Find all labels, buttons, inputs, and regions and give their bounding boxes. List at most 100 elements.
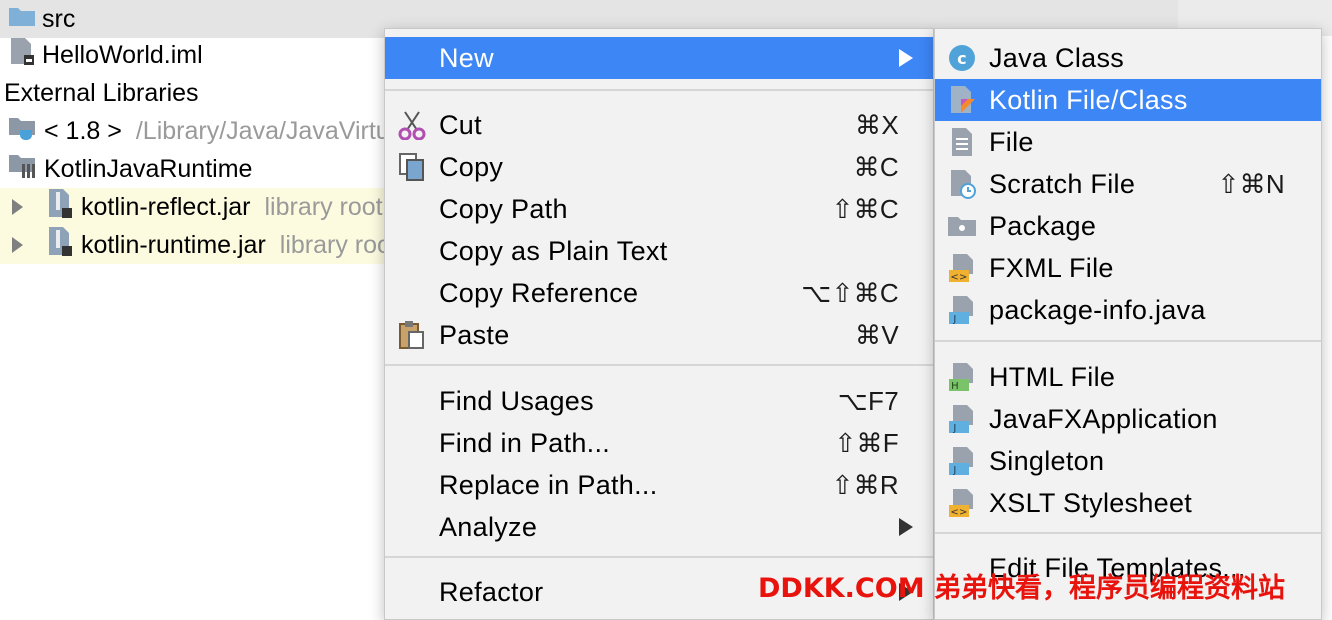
- submenu-arrow-icon: [899, 518, 913, 536]
- menu-item-label: XSLT Stylesheet: [989, 487, 1193, 518]
- submenu-item-file[interactable]: File: [935, 121, 1321, 163]
- menu-item-label: JavaFXApplication: [989, 403, 1218, 434]
- fxml-file-icon: <>: [947, 253, 977, 283]
- submenu-arrow-icon: [899, 49, 913, 67]
- shortcut-label: ⌥F7: [837, 385, 899, 416]
- new-submenu: c Java Class Kotlin File/Class File Scra…: [934, 28, 1322, 620]
- menu-item-copy-plain-text[interactable]: Copy as Plain Text: [385, 230, 933, 272]
- menu-item-label: File: [989, 126, 1034, 157]
- menu-item-label: Find Usages: [439, 385, 594, 416]
- submenu-item-kotlin-file[interactable]: Kotlin File/Class: [935, 79, 1321, 121]
- tree-item-label: HelloWorld.iml: [42, 40, 203, 69]
- submenu-item-package-info[interactable]: J package-info.java: [935, 289, 1321, 331]
- jdk-label: < 1.8 >: [44, 116, 122, 145]
- jdk-folder-icon: [8, 115, 38, 148]
- java-file-icon: J: [947, 446, 977, 476]
- submenu-item-html-file[interactable]: H HTML File: [935, 356, 1321, 398]
- kotlin-file-icon: [947, 85, 977, 115]
- menu-item-label: Replace in Path...: [439, 469, 658, 500]
- menu-item-label: FXML File: [989, 252, 1114, 283]
- module-file-icon: [8, 37, 36, 74]
- menu-item-new[interactable]: New: [385, 37, 933, 79]
- java-file-icon: J: [947, 404, 977, 434]
- menu-separator: [935, 340, 1321, 342]
- submenu-item-scratch-file[interactable]: Scratch File ⇧⌘N: [935, 163, 1321, 205]
- tree-item-kotlin-reflect-jar[interactable]: kotlin-reflect.jar library root: [0, 188, 386, 226]
- scratch-file-icon: [947, 169, 977, 199]
- tree-item-external-libraries[interactable]: External Libraries: [0, 74, 199, 112]
- menu-item-replace-in-path[interactable]: Replace in Path... ⇧⌘R: [385, 464, 933, 506]
- menu-item-label: package-info.java: [989, 294, 1206, 325]
- menu-item-label: Cut: [439, 109, 482, 140]
- submenu-item-package[interactable]: Package: [935, 205, 1321, 247]
- svg-text:J: J: [952, 465, 956, 476]
- submenu-item-singleton[interactable]: J Singleton: [935, 440, 1321, 482]
- menu-item-copy-path[interactable]: Copy Path ⇧⌘C: [385, 188, 933, 230]
- menu-item-label: Copy as Plain Text: [439, 235, 668, 266]
- jar-icon: [47, 188, 73, 227]
- shortcut-label: ⇧⌘C: [831, 193, 899, 224]
- menu-item-label: HTML File: [989, 361, 1116, 392]
- expand-arrow-icon[interactable]: [12, 199, 23, 215]
- shortcut-label: ⇧⌘N: [1217, 168, 1285, 199]
- menu-item-label: Find in Path...: [439, 427, 611, 458]
- tree-item-label: kotlin-reflect.jar: [81, 192, 251, 221]
- menu-separator: [385, 364, 933, 366]
- menu-item-paste[interactable]: Paste ⌘V: [385, 314, 933, 356]
- menu-item-copy-reference[interactable]: Copy Reference ⌥⇧⌘C: [385, 272, 933, 314]
- submenu-item-javafx-application[interactable]: J JavaFXApplication: [935, 398, 1321, 440]
- html-file-icon: H: [947, 362, 977, 392]
- menu-separator: [385, 89, 933, 91]
- menu-item-label: Singleton: [989, 445, 1105, 476]
- menu-item-label: Refactor: [439, 576, 544, 607]
- tree-item-helloworld-iml[interactable]: HelloWorld.iml: [0, 36, 203, 74]
- svg-text:c: c: [957, 49, 967, 68]
- menu-item-label: Copy Path: [439, 193, 568, 224]
- svg-text:J: J: [952, 314, 956, 325]
- menu-item-label: Scratch File: [989, 168, 1136, 199]
- menu-item-label: Analyze: [439, 511, 538, 542]
- xslt-file-icon: <>: [947, 488, 977, 518]
- shortcut-label: ⌘X: [855, 109, 899, 140]
- library-folder-icon: [8, 152, 38, 187]
- svg-text:<>: <>: [950, 507, 967, 518]
- library-root-label: library root: [279, 230, 398, 259]
- menu-item-label: Copy: [439, 151, 504, 182]
- shortcut-label: ⌘V: [855, 319, 899, 350]
- menu-separator: [935, 532, 1321, 534]
- tree-item-label: src: [42, 4, 76, 33]
- menu-item-find-usages[interactable]: Find Usages ⌥F7: [385, 380, 933, 422]
- menu-item-label: Paste: [439, 319, 510, 350]
- tree-item-label: External Libraries: [4, 78, 199, 107]
- submenu-item-xslt-stylesheet[interactable]: <> XSLT Stylesheet: [935, 482, 1321, 524]
- tree-item-label: KotlinJavaRuntime: [44, 154, 253, 183]
- submenu-item-fxml-file[interactable]: <> FXML File: [935, 247, 1321, 289]
- java-class-icon: c: [947, 43, 977, 73]
- tree-item-kotlin-runtime[interactable]: KotlinJavaRuntime: [0, 150, 252, 188]
- svg-text:J: J: [952, 423, 956, 434]
- expand-arrow-icon[interactable]: [12, 237, 23, 253]
- shortcut-label: ⇧⌘R: [831, 469, 899, 500]
- jar-icon: [47, 226, 73, 265]
- tree-item-kotlin-runtime-jar[interactable]: kotlin-runtime.jar library root: [0, 226, 398, 265]
- shortcut-label: ⌥⇧⌘C: [801, 277, 899, 308]
- menu-item-label: Package: [989, 210, 1097, 241]
- menu-item-label: New: [439, 42, 494, 73]
- shortcut-label: ⇧⌘F: [834, 427, 899, 458]
- menu-item-label: Copy Reference: [439, 277, 639, 308]
- menu-item-find-in-path[interactable]: Find in Path... ⇧⌘F: [385, 422, 933, 464]
- folder-icon: [8, 5, 36, 34]
- tree-item-label: kotlin-runtime.jar: [81, 230, 266, 259]
- library-root-label: library root: [264, 192, 383, 221]
- menu-item-analyze[interactable]: Analyze: [385, 506, 933, 548]
- svg-text:H: H: [951, 381, 959, 392]
- file-icon: [947, 127, 977, 157]
- submenu-item-java-class[interactable]: c Java Class: [935, 37, 1321, 79]
- menu-separator: [385, 556, 933, 558]
- menu-item-cut[interactable]: Cut ⌘X: [385, 104, 933, 146]
- menu-item-label: Kotlin File/Class: [989, 84, 1188, 115]
- scissors-icon: [397, 110, 427, 141]
- menu-item-copy[interactable]: Copy ⌘C: [385, 146, 933, 188]
- watermark-text: DDKK.COM 弟弟快看，程序员编程资料站: [758, 573, 1285, 604]
- svg-text:<>: <>: [950, 272, 967, 283]
